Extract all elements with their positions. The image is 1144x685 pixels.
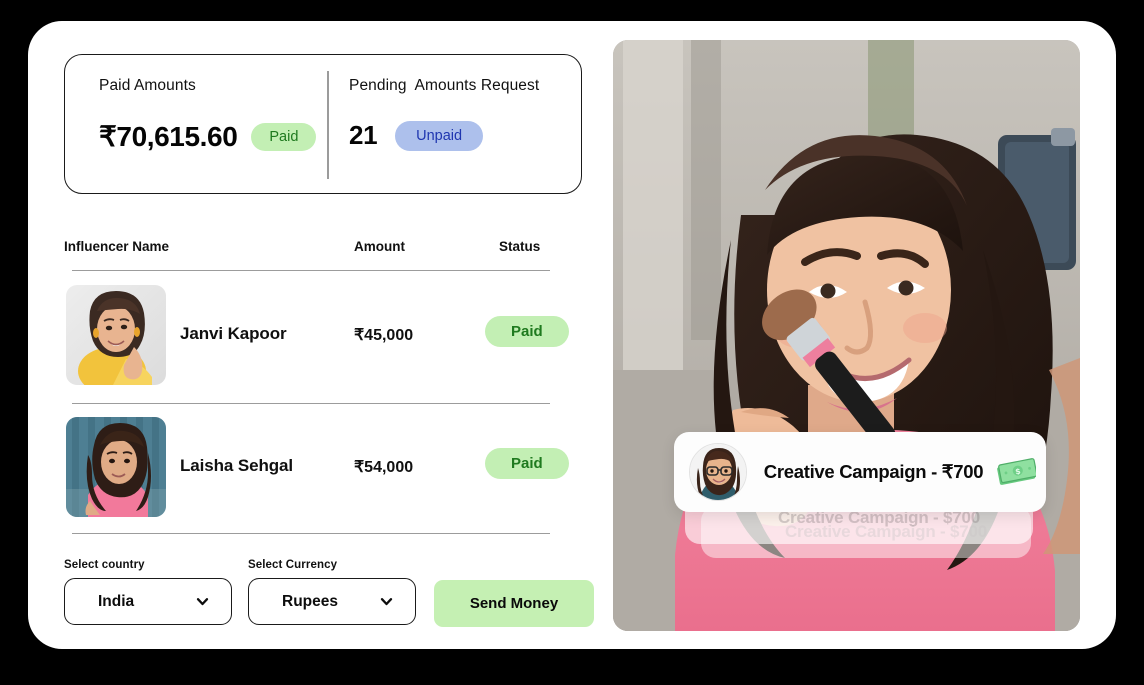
influencer-status: Paid — [485, 448, 569, 479]
campaign-notification-card[interactable]: Creative Campaign - ₹700 $ — [674, 432, 1046, 512]
table-row[interactable]: Laisha Sehgal ₹54,000 Paid — [64, 404, 582, 534]
influencer-name: Laisha Sehgal — [180, 456, 294, 475]
avatar-janvi-image — [66, 285, 166, 385]
pending-amounts-section: Pending Amounts Request 21 Unpaid — [327, 55, 581, 193]
avatar — [689, 443, 747, 501]
country-select-value: India — [98, 592, 135, 610]
table-divider — [72, 533, 550, 535]
column-header-amount: Amount — [354, 239, 405, 254]
paid-amounts-value: ₹70,615.60 — [99, 121, 238, 152]
payment-controls: Select country India Select Currency Rup… — [50, 559, 595, 629]
unpaid-status-badge: Unpaid — [395, 120, 484, 151]
column-header-status: Status — [499, 239, 541, 254]
money-banknote-icon: $ — [996, 457, 1036, 487]
paid-amounts-label: Paid Amounts — [99, 77, 196, 94]
country-field: Select country India — [64, 559, 232, 625]
table-row[interactable]: Janvi Kapoor ₹45,000 Paid — [64, 272, 582, 402]
chevron-down-icon — [380, 595, 393, 608]
column-header-influencer-name: Influencer Name — [64, 239, 170, 254]
paid-status-badge: Paid — [251, 122, 317, 151]
currency-select-value: Rupees — [282, 592, 338, 610]
influencer-amount: ₹54,000 — [354, 459, 414, 476]
currency-field: Select Currency Rupees — [248, 559, 416, 625]
paid-amounts-row: ₹70,615.60 Paid — [99, 120, 327, 153]
avatar-laisha-image — [66, 417, 166, 517]
influencer-photo-panel: Creative Campaign - $700 Creative Campai… — [613, 40, 1080, 631]
select-currency-label: Select Currency — [248, 559, 338, 571]
app-window: Paid Amounts ₹70,615.60 Paid Pending Amo… — [28, 21, 1116, 649]
currency-select[interactable]: Rupees — [248, 578, 416, 625]
avatar — [66, 417, 166, 517]
influencer-payments-table: Influencer Name Amount Status Janvi Kapo… — [64, 239, 582, 535]
chevron-down-icon — [196, 595, 209, 608]
status-badge: Paid — [485, 316, 569, 347]
status-badge: Paid — [485, 448, 569, 479]
pending-amounts-value: 21 — [349, 120, 378, 150]
pending-amounts-row: 21 Unpaid — [349, 120, 581, 151]
send-money-button[interactable]: Send Money — [434, 580, 594, 627]
notification-avatar-image — [690, 444, 746, 500]
avatar — [66, 285, 166, 385]
notification-text: Creative Campaign - ₹700 — [763, 461, 984, 482]
pending-amounts-label: Pending Amounts Request — [349, 77, 540, 94]
table-header: Influencer Name Amount Status — [64, 239, 582, 269]
country-select[interactable]: India — [64, 578, 232, 625]
paid-amounts-section: Paid Amounts ₹70,615.60 Paid — [65, 55, 327, 193]
summary-card: Paid Amounts ₹70,615.60 Paid Pending Amo… — [64, 54, 582, 194]
influencer-status: Paid — [485, 316, 569, 347]
select-country-label: Select country — [64, 559, 145, 571]
payments-panel: Paid Amounts ₹70,615.60 Paid Pending Amo… — [64, 54, 594, 627]
influencer-amount: ₹45,000 — [354, 327, 414, 344]
influencer-name: Janvi Kapoor — [180, 324, 287, 343]
